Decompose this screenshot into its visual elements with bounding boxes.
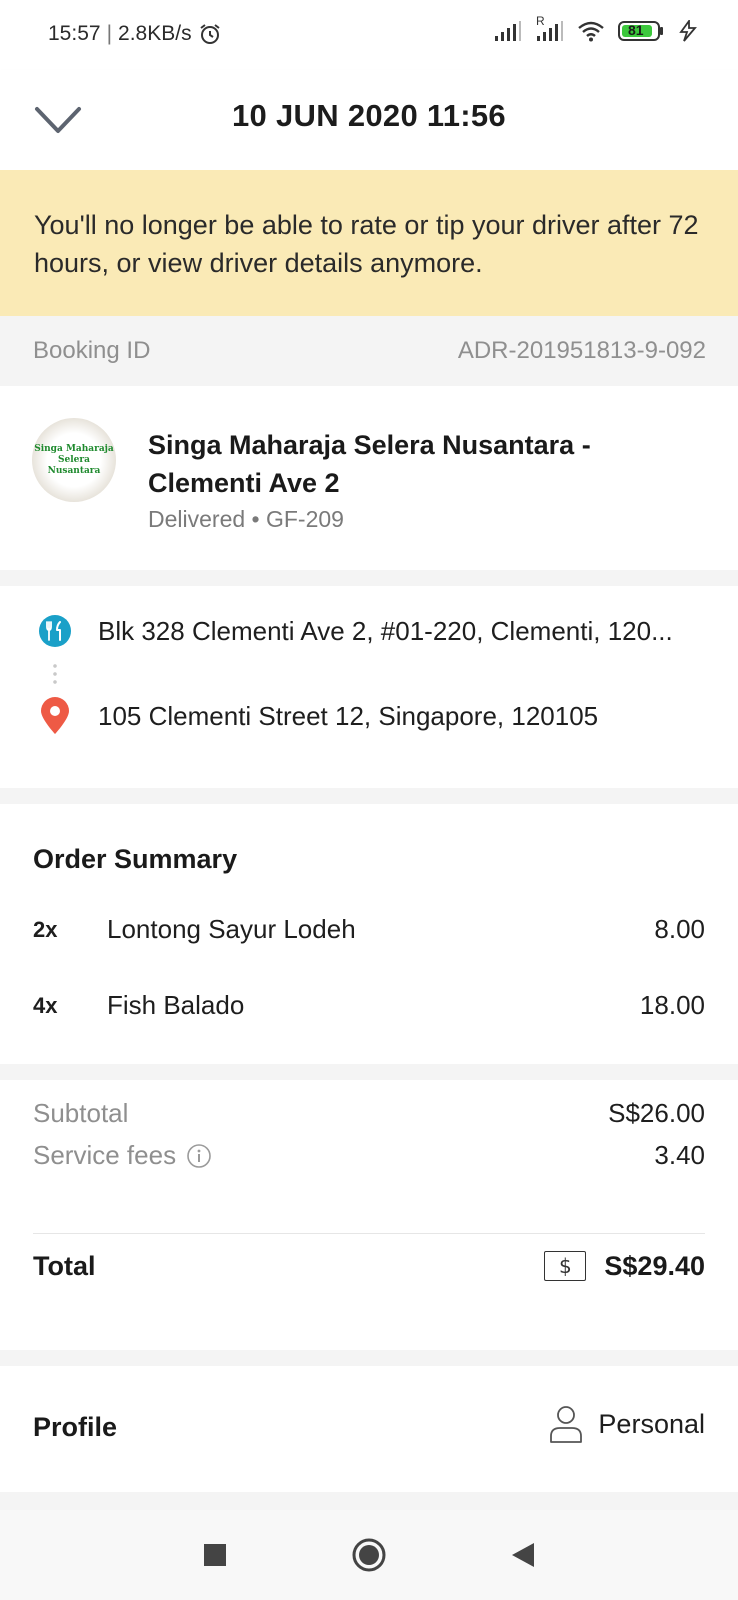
battery-level: 81 xyxy=(628,22,644,38)
wifi-icon xyxy=(578,20,604,42)
payment-breakdown: Subtotal S$26.00 Service fees 3.40 Total… xyxy=(0,1080,738,1350)
order-summary-title: Order Summary xyxy=(33,844,238,874)
merchant-card: Singa Maharaja Selera Nusantara Singa Ma… xyxy=(0,386,738,570)
info-icon[interactable] xyxy=(186,1143,212,1169)
header: 10 JUN 2020 11:56 xyxy=(0,70,738,170)
status-bar: 15:57 | 2.8KB/s R 81 xyxy=(0,0,738,70)
profile-row[interactable]: Profile Personal xyxy=(0,1366,738,1492)
merchant-logo-line-2: Selera xyxy=(58,454,90,465)
cash-icon: $ xyxy=(544,1251,587,1281)
section-divider xyxy=(0,1064,738,1080)
order-item: 2x Lontong Sayur Lodeh 8.00 xyxy=(33,914,705,945)
total-value: S$29.40 xyxy=(604,1250,705,1281)
roaming-signal-icon: R xyxy=(536,14,564,42)
subtotal-row: Subtotal S$26.00 xyxy=(33,1098,705,1129)
recents-square-icon[interactable] xyxy=(193,1533,237,1577)
system-navigation-bar xyxy=(0,1510,738,1600)
booking-id-row: Booking ID ADR-201951813-9-092 xyxy=(0,316,738,386)
roaming-label: R xyxy=(536,14,545,28)
status-left: 15:57 | 2.8KB/s xyxy=(48,22,222,46)
item-quantity: 2x xyxy=(33,916,58,942)
service-fees-value: 3.40 xyxy=(654,1140,705,1170)
order-item: 4x Fish Balado 18.00 xyxy=(33,990,705,1021)
service-fees-label-group: Service fees xyxy=(33,1140,212,1171)
page-title: 10 JUN 2020 11:56 xyxy=(232,98,506,133)
profile-value: Personal xyxy=(598,1408,705,1439)
section-divider xyxy=(0,1350,738,1366)
location-pin-icon xyxy=(36,697,74,735)
merchant-name: Singa Maharaja Selera Nusantara - Clemen… xyxy=(148,430,591,498)
status-time: 15:57 xyxy=(48,22,101,45)
status-right: R 81 xyxy=(494,14,698,42)
restaurant-icon xyxy=(36,612,74,650)
charging-icon xyxy=(678,20,698,42)
merchant-logo: Singa Maharaja Selera Nusantara xyxy=(32,418,116,502)
total-row: Total $ S$29.40 xyxy=(33,1244,705,1288)
merchant-logo-line-1: Singa Maharaja xyxy=(34,443,114,454)
dropoff-address: 105 Clementi Street 12, Singapore, 12010… xyxy=(98,700,599,731)
section-divider xyxy=(0,788,738,804)
service-fees-row: Service fees 3.40 xyxy=(33,1140,705,1171)
home-circle-icon[interactable] xyxy=(347,1533,391,1577)
section-divider xyxy=(0,570,738,586)
dropoff-address-row: 105 Clementi Street 12, Singapore, 12010… xyxy=(36,697,598,735)
pickup-address-row: Blk 328 Clementi Ave 2, #01-220, Clement… xyxy=(36,612,673,650)
subtotal-label: Subtotal xyxy=(33,1098,129,1128)
back-triangle-icon[interactable] xyxy=(501,1533,545,1577)
order-status: Delivered • GF-209 xyxy=(148,506,344,532)
service-fees-label: Service fees xyxy=(33,1140,177,1170)
merchant-logo-line-3: Nusantara xyxy=(47,465,101,476)
total-amount-group: $ S$29.40 xyxy=(544,1251,705,1282)
battery-icon: 81 xyxy=(618,20,664,42)
profile-value-group: Personal xyxy=(548,1404,705,1444)
item-name: Fish Balado xyxy=(107,990,245,1020)
total-label: Total xyxy=(33,1250,96,1281)
signal-icon xyxy=(494,20,522,42)
item-quantity: 4x xyxy=(33,992,58,1018)
pickup-address: Blk 328 Clementi Ave 2, #01-220, Clement… xyxy=(98,615,673,646)
item-name: Lontong Sayur Lodeh xyxy=(107,914,356,944)
booking-id-value[interactable]: ADR-201951813-9-092 xyxy=(458,337,706,365)
person-icon xyxy=(548,1404,584,1444)
route-section: Blk 328 Clementi Ave 2, #01-220, Clement… xyxy=(0,586,738,788)
order-summary: Order Summary 2x Lontong Sayur Lodeh 8.0… xyxy=(0,804,738,1064)
item-price: 8.00 xyxy=(654,914,705,944)
totals-divider xyxy=(33,1233,705,1234)
subtotal-value: S$26.00 xyxy=(608,1098,705,1128)
status-separator: | xyxy=(106,22,113,45)
item-price: 18.00 xyxy=(639,990,705,1020)
booking-id-label: Booking ID xyxy=(33,337,151,364)
profile-label: Profile xyxy=(33,1412,118,1442)
status-network-speed: 2.8KB/s xyxy=(118,22,192,45)
alarm-clock-icon xyxy=(198,22,222,46)
route-dots xyxy=(53,662,57,686)
rating-expiry-notice: You'll no longer be able to rate or tip … xyxy=(0,170,738,316)
section-divider xyxy=(0,1492,738,1510)
